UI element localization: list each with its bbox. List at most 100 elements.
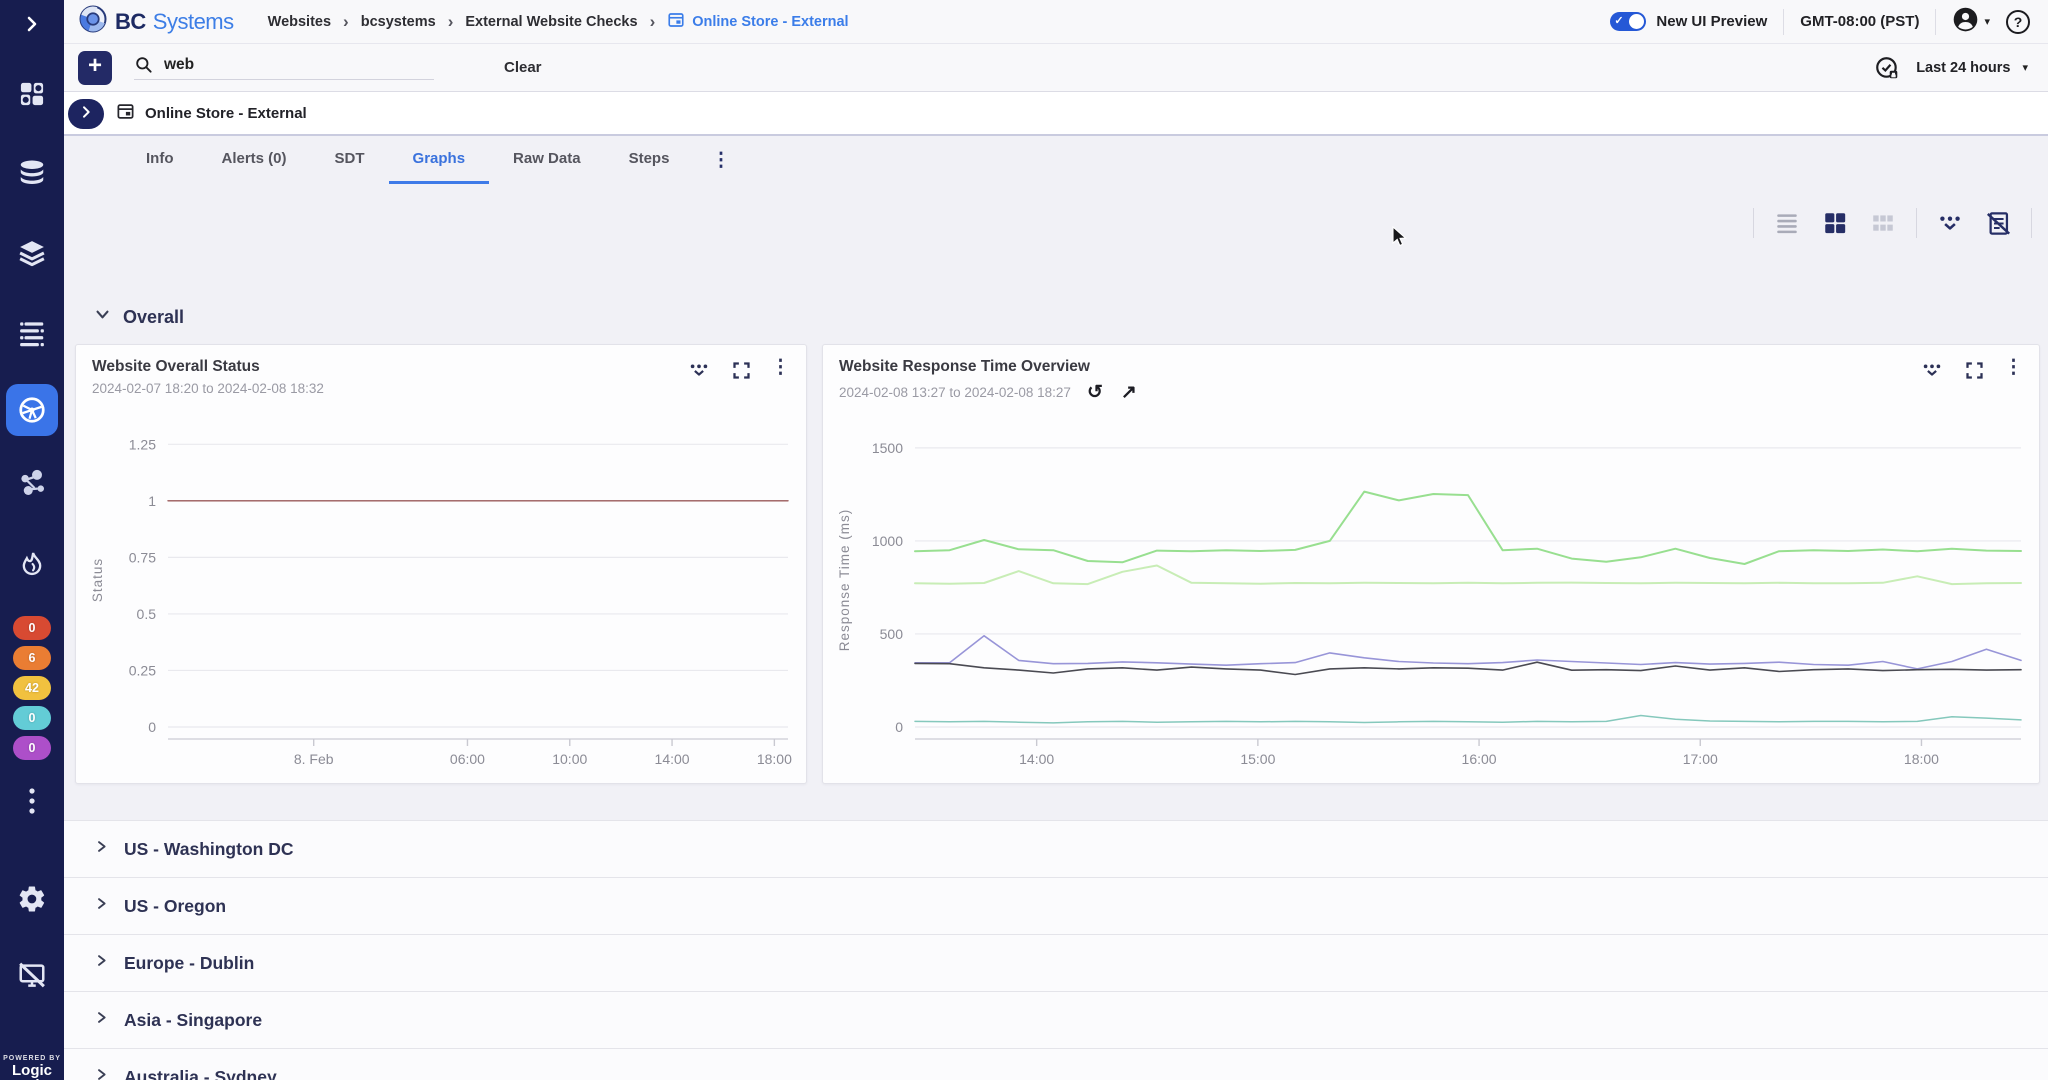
section-us-washington-dc[interactable]: US - Washington DC: [64, 821, 2048, 878]
breadcrumb-current[interactable]: Online Store - External: [667, 11, 848, 33]
location-sections: US - Washington DC US - Oregon Europe - …: [64, 820, 2048, 1080]
sidebar-item-mapping[interactable]: [0, 468, 64, 498]
resource-title-label: Online Store - External: [145, 105, 307, 122]
chevron-right-icon: [94, 839, 109, 859]
section-asia-singapore[interactable]: Asia - Singapore: [64, 992, 2048, 1049]
sidebar-item-insights[interactable]: [0, 550, 64, 578]
chevron-down-icon: [94, 306, 111, 328]
undo-zoom-icon[interactable]: ↺: [1087, 381, 1103, 404]
search-field[interactable]: [134, 55, 434, 80]
list-icon: [17, 318, 47, 348]
svg-text:Status: Status: [90, 558, 105, 602]
website-icon: [667, 11, 685, 33]
chart-menu-button[interactable]: ⋮: [2004, 358, 2023, 377]
kebab-icon: [21, 786, 43, 816]
sidebar-item-modules[interactable]: [0, 238, 64, 268]
sidebar-classic-ui-button[interactable]: [0, 960, 64, 990]
collapse-all-button[interactable]: [1935, 208, 1965, 238]
brand-line-1: Logic: [0, 1063, 64, 1079]
sidebar-more-button[interactable]: [0, 786, 64, 816]
toggle-knob: [1629, 14, 1644, 29]
section-europe-dublin[interactable]: Europe - Dublin: [64, 935, 2048, 992]
tab-steps[interactable]: Steps: [605, 136, 694, 184]
search-icon: [134, 55, 154, 75]
sidebar-item-logs[interactable]: [0, 318, 64, 348]
time-range-dropdown[interactable]: Last 24 hours ▾: [1916, 60, 2028, 76]
fullscreen-icon[interactable]: [729, 358, 753, 382]
grid-view-button-active[interactable]: [1820, 208, 1850, 238]
tab-alerts[interactable]: Alerts (0): [198, 136, 311, 184]
sidebar-item-websites-active[interactable]: [0, 384, 64, 436]
add-button[interactable]: +: [78, 51, 112, 85]
chevron-down-icon: ▾: [2022, 61, 2028, 74]
svg-text:10:00: 10:00: [552, 751, 587, 767]
response-time-chart-canvas[interactable]: 050010001500Response Time (ms)14:0015:00…: [829, 417, 2031, 777]
divider: [1916, 208, 1917, 238]
svg-text:18:00: 18:00: [757, 751, 792, 767]
flame-icon: [18, 550, 46, 578]
website-icon: [116, 102, 135, 125]
svg-text:1: 1: [148, 493, 156, 509]
svg-text:0: 0: [895, 719, 903, 735]
tab-info[interactable]: Info: [122, 136, 198, 184]
chart-collapse-icon[interactable]: [1920, 358, 1944, 382]
breadcrumb-bcsystems[interactable]: bcsystems: [361, 14, 436, 30]
section-australia-sydney[interactable]: Australia - Sydney: [64, 1049, 2048, 1080]
user-menu[interactable]: ▾: [1952, 6, 1990, 38]
sidebar-item-resources[interactable]: [0, 158, 64, 188]
logo-text-light: Systems: [153, 9, 234, 35]
section-overall-header[interactable]: Overall: [64, 296, 2048, 338]
popout-icon[interactable]: ↗: [1121, 381, 1137, 404]
alert-badge-error[interactable]: 6: [0, 646, 64, 670]
chart-collapse-icon[interactable]: [687, 358, 711, 382]
breadcrumb-websites[interactable]: Websites: [268, 14, 331, 30]
tabs-overflow-button[interactable]: ⋮: [693, 136, 748, 184]
gear-icon: [17, 884, 47, 914]
breadcrumb-external-website-checks[interactable]: External Website Checks: [465, 14, 637, 30]
logo-text-bold: BC: [115, 9, 146, 35]
expand-panel-button[interactable]: [68, 99, 104, 129]
time-range-value: Last 24 hours: [1916, 60, 2010, 76]
new-ui-toggle[interactable]: ✓: [1610, 12, 1646, 31]
app-logo[interactable]: BC Systems: [78, 4, 234, 39]
chevron-down-icon: ▾: [1984, 15, 1990, 28]
database-icon: [17, 158, 47, 188]
sidebar-expand-button[interactable]: [0, 12, 64, 36]
time-schedule-icon[interactable]: [1872, 53, 1902, 83]
tab-sdt[interactable]: SDT: [311, 136, 389, 184]
alert-badge-info[interactable]: 0: [0, 706, 64, 730]
chart-menu-button[interactable]: ⋮: [771, 358, 790, 377]
dashboard-icon: [18, 80, 46, 108]
svg-text:14:00: 14:00: [1019, 751, 1054, 767]
fullscreen-icon[interactable]: [1962, 358, 1986, 382]
section-us-oregon[interactable]: US - Oregon: [64, 878, 2048, 935]
list-view-button[interactable]: [1772, 208, 1802, 238]
chevron-right-icon: [20, 12, 44, 36]
search-input[interactable]: [164, 56, 404, 74]
tab-raw-data[interactable]: Raw Data: [489, 136, 605, 184]
svg-text:8. Feb: 8. Feb: [294, 751, 334, 767]
report-disabled-button[interactable]: [1983, 208, 2013, 238]
alert-badge-warning[interactable]: 42: [0, 676, 64, 700]
alert-badge-critical[interactable]: 0: [0, 616, 64, 640]
powered-by-label: POWERED BY: [0, 1055, 64, 1062]
charts-row: Website Overall Status 2024-02-07 18:20 …: [64, 338, 2048, 784]
overall-status-chart-canvas[interactable]: 00.250.50.7511.25Status8. Feb06:0010:001…: [82, 417, 798, 777]
section-label: US - Oregon: [124, 896, 226, 917]
small-grid-view-button[interactable]: [1868, 208, 1898, 238]
powered-by-logicmonitor: POWERED BY Logic Monitor: [0, 1055, 64, 1080]
help-button[interactable]: ?: [2006, 10, 2030, 34]
clear-search-button[interactable]: Clear: [504, 59, 542, 76]
tab-graphs[interactable]: Graphs: [389, 136, 490, 184]
badge-count: 0: [13, 736, 51, 760]
sidebar-settings-button[interactable]: [0, 884, 64, 914]
chart-date-range: 2024-02-07 18:20 to 2024-02-08 18:32: [92, 381, 324, 396]
svg-text:1000: 1000: [872, 533, 903, 549]
logo-wheel-icon: [78, 4, 108, 39]
toggle-check-icon: ✓: [1614, 14, 1623, 27]
new-ui-preview-control: ✓ New UI Preview: [1610, 12, 1767, 31]
breadcrumb: Websites › bcsystems › External Website …: [268, 11, 849, 33]
alert-badge-other[interactable]: 0: [0, 736, 64, 760]
chart-title: Website Response Time Overview: [839, 358, 1137, 376]
sidebar-item-dashboards[interactable]: [0, 80, 64, 108]
